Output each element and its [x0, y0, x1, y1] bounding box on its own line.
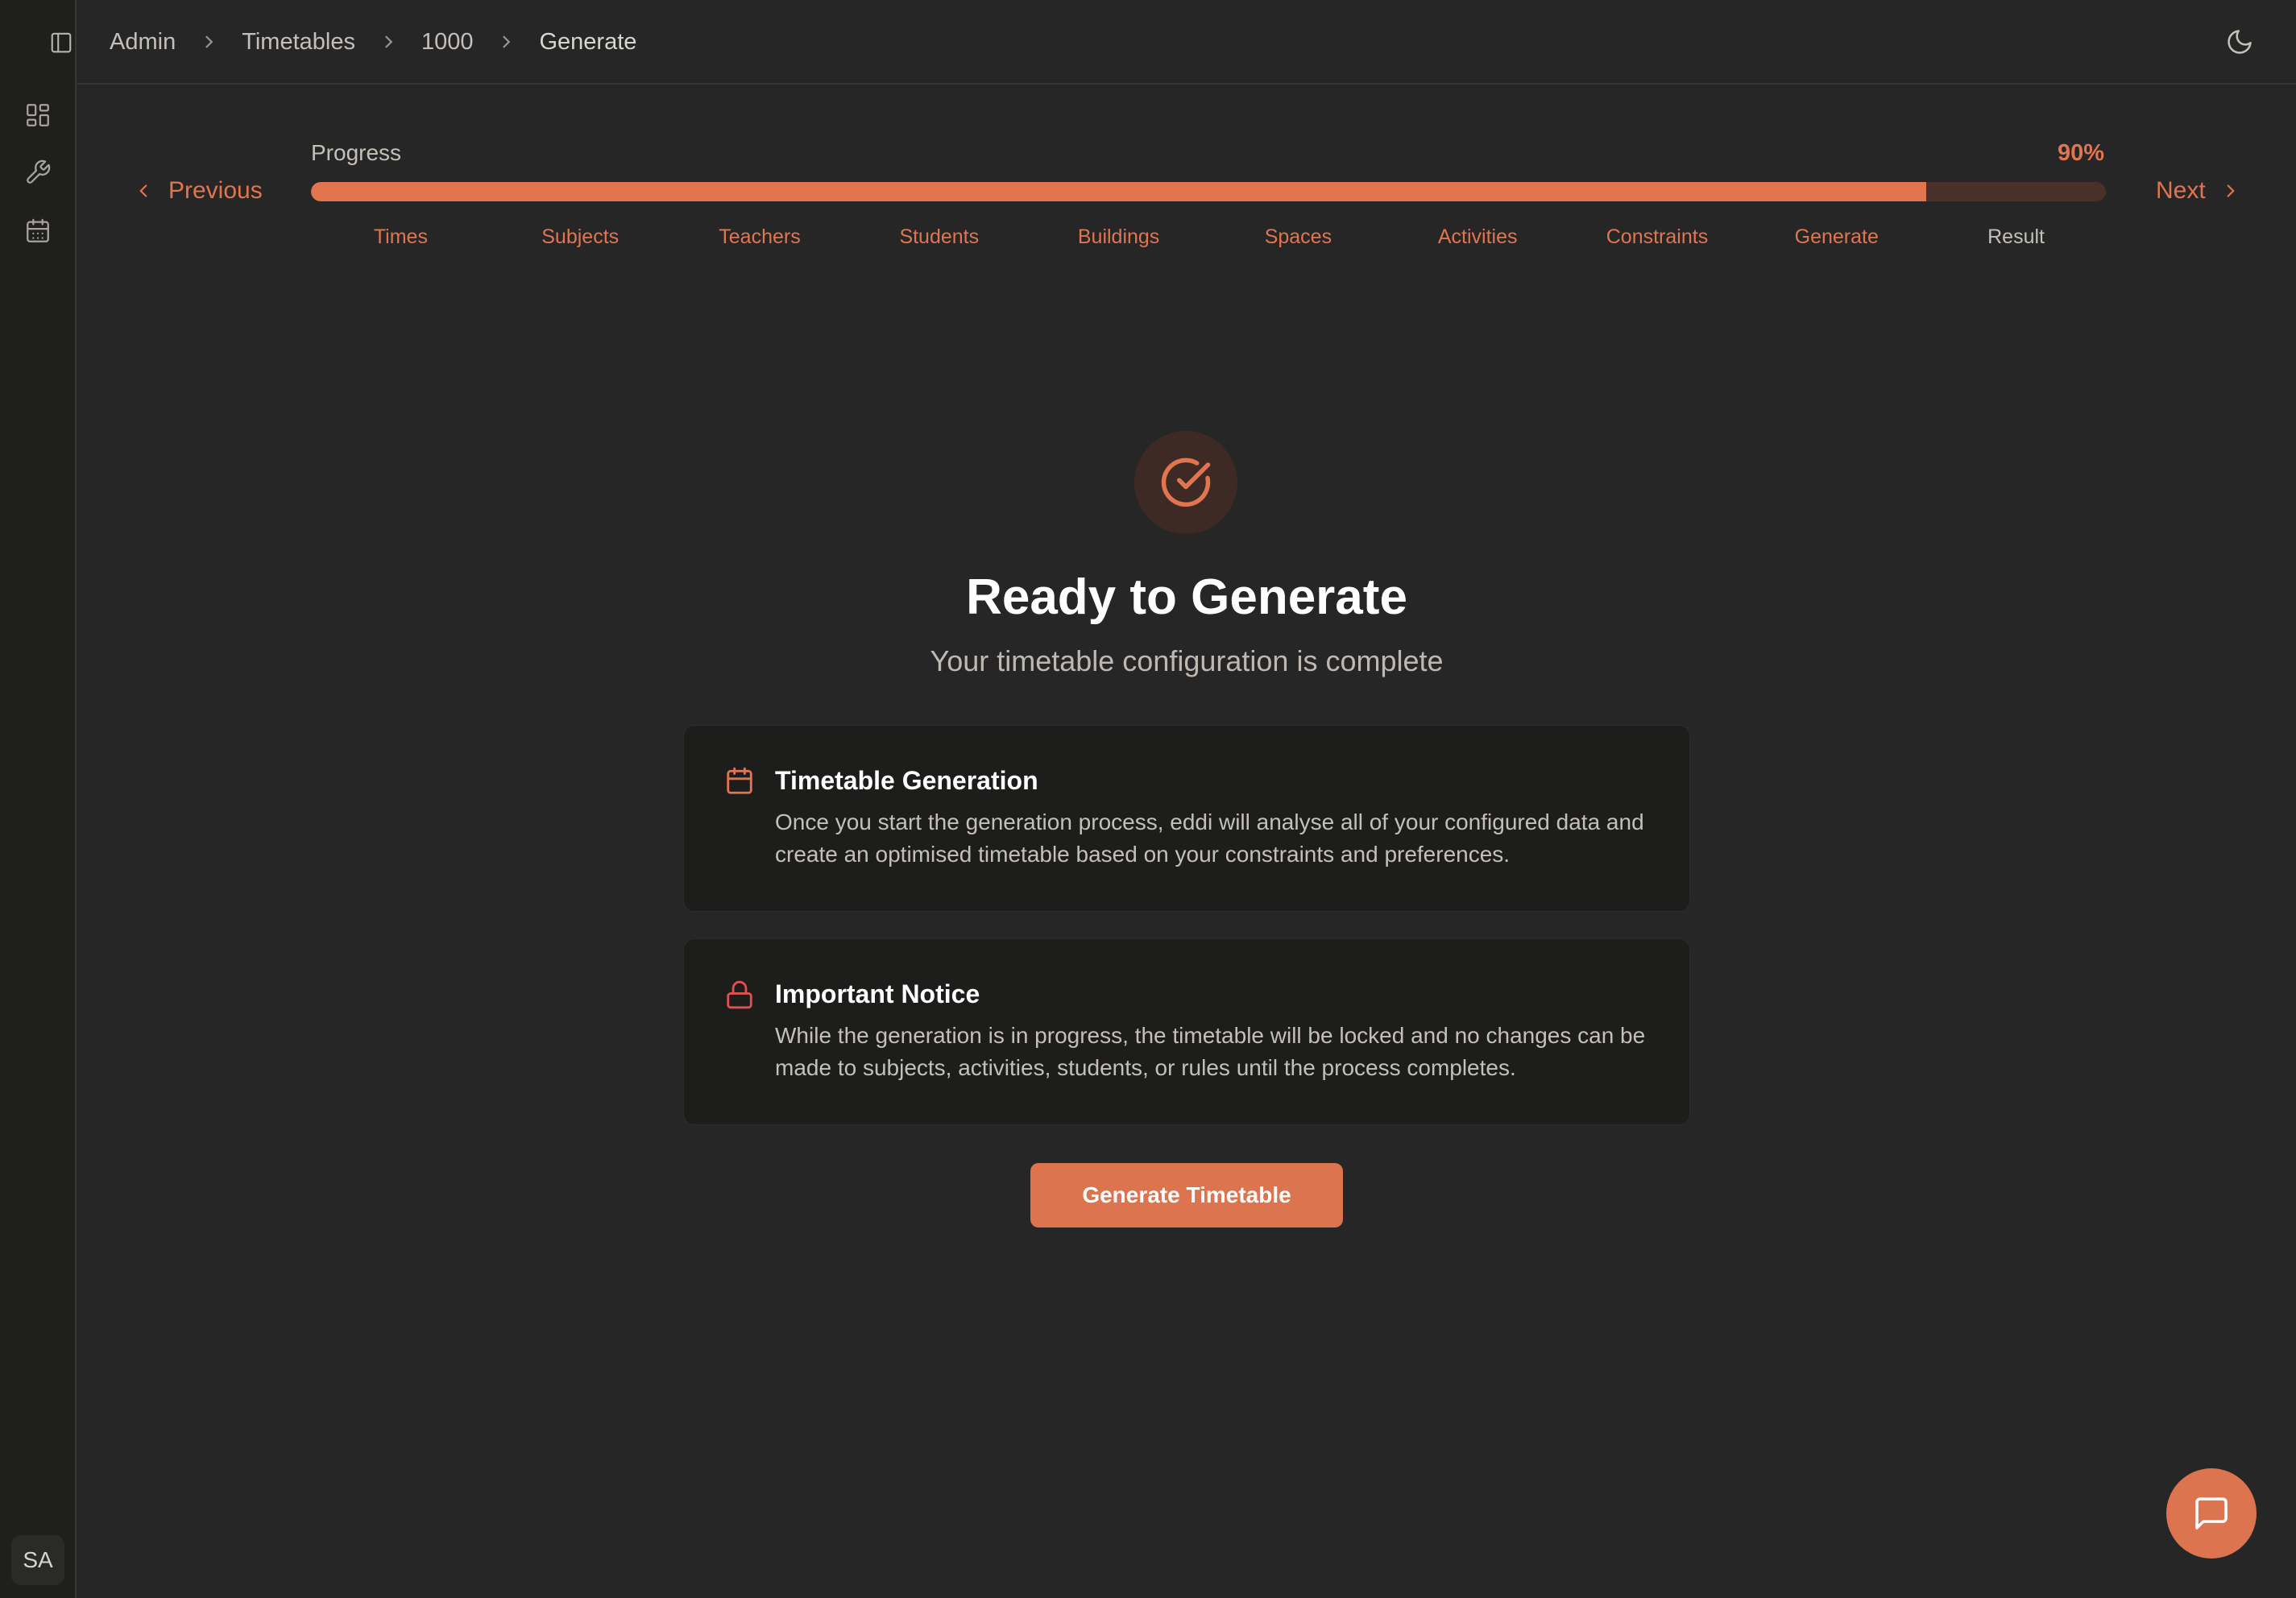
card-title: Timetable Generation [775, 766, 1038, 795]
progress-step-generate[interactable]: Generate [1747, 226, 1926, 255]
breadcrumb-timetables[interactable]: Timetables [242, 29, 355, 56]
sidebar-toggle-button[interactable] [43, 24, 80, 61]
calendar-icon[interactable] [24, 217, 52, 245]
lock-icon [724, 979, 755, 1010]
progress-step-times[interactable]: Times [311, 226, 491, 255]
progress-percent: 90% [2057, 140, 2104, 166]
progress-steps: Times Subjects Teachers Students Buildings Sp… [311, 226, 2106, 255]
progress-label: Progress [311, 140, 402, 165]
card-body: While the generation is in progress, the… [775, 1023, 1646, 1080]
generate-timetable-button[interactable]: Generate Timetable [1030, 1163, 1343, 1227]
next-label: Next [2156, 177, 2206, 204]
app-root: SA Admin Timetables 1000 Generate Previo… [0, 0, 2296, 1598]
breadcrumb-admin[interactable]: Admin [110, 29, 176, 56]
progress-step-teachers[interactable]: Teachers [670, 226, 850, 255]
top-bar: Admin Timetables 1000 Generate [51, 0, 2296, 85]
chevron-right-icon [376, 30, 400, 54]
page-subtitle: Your timetable configuration is complete [930, 644, 1444, 677]
wrench-icon[interactable] [24, 159, 52, 186]
progress-step-result[interactable]: Result [1926, 226, 2106, 255]
progress-step-buildings[interactable]: Buildings [1029, 226, 1208, 255]
progress-step-activities[interactable]: Activities [1388, 226, 1568, 255]
chevron-left-icon [139, 184, 147, 197]
progress-step-students[interactable]: Students [849, 226, 1029, 255]
progress-bar [311, 182, 2106, 201]
important-notice-card: Important Notice While the generation is… [683, 938, 1690, 1125]
avatar-initials: SA [23, 1547, 53, 1572]
generation-info-card: Timetable Generation Once you start the … [683, 725, 1690, 912]
chevron-right-icon [2227, 184, 2235, 197]
chat-button[interactable] [2166, 1468, 2257, 1559]
progress-step-constraints[interactable]: Constraints [1568, 226, 1747, 255]
progress-step-spaces[interactable]: Spaces [1208, 226, 1388, 255]
page-title: Ready to Generate [966, 569, 1407, 625]
progress-bar-fill [311, 182, 1927, 201]
moon-icon[interactable] [2225, 27, 2254, 56]
sidebar: SA [0, 0, 77, 1598]
chevron-right-icon [494, 30, 518, 54]
chevron-right-icon [197, 30, 221, 54]
breadcrumb-current: Generate [539, 28, 637, 55]
user-avatar[interactable]: SA [11, 1535, 64, 1585]
previous-button[interactable]: Previous [133, 177, 263, 205]
next-button[interactable]: Next [2156, 177, 2241, 205]
progress-step-subjects[interactable]: Subjects [491, 226, 670, 255]
card-title: Important Notice [775, 979, 980, 1008]
breadcrumb-timetable-id[interactable]: 1000 [421, 29, 474, 56]
breadcrumb: Admin Timetables 1000 Generate [110, 24, 636, 60]
calendar-icon [724, 766, 755, 797]
previous-label: Previous [168, 177, 263, 204]
dashboard-icon[interactable] [24, 101, 52, 129]
card-body: Once you start the generation process, e… [775, 809, 1644, 867]
message-square-icon [2195, 1497, 2228, 1530]
check-circle-icon [1134, 431, 1237, 534]
